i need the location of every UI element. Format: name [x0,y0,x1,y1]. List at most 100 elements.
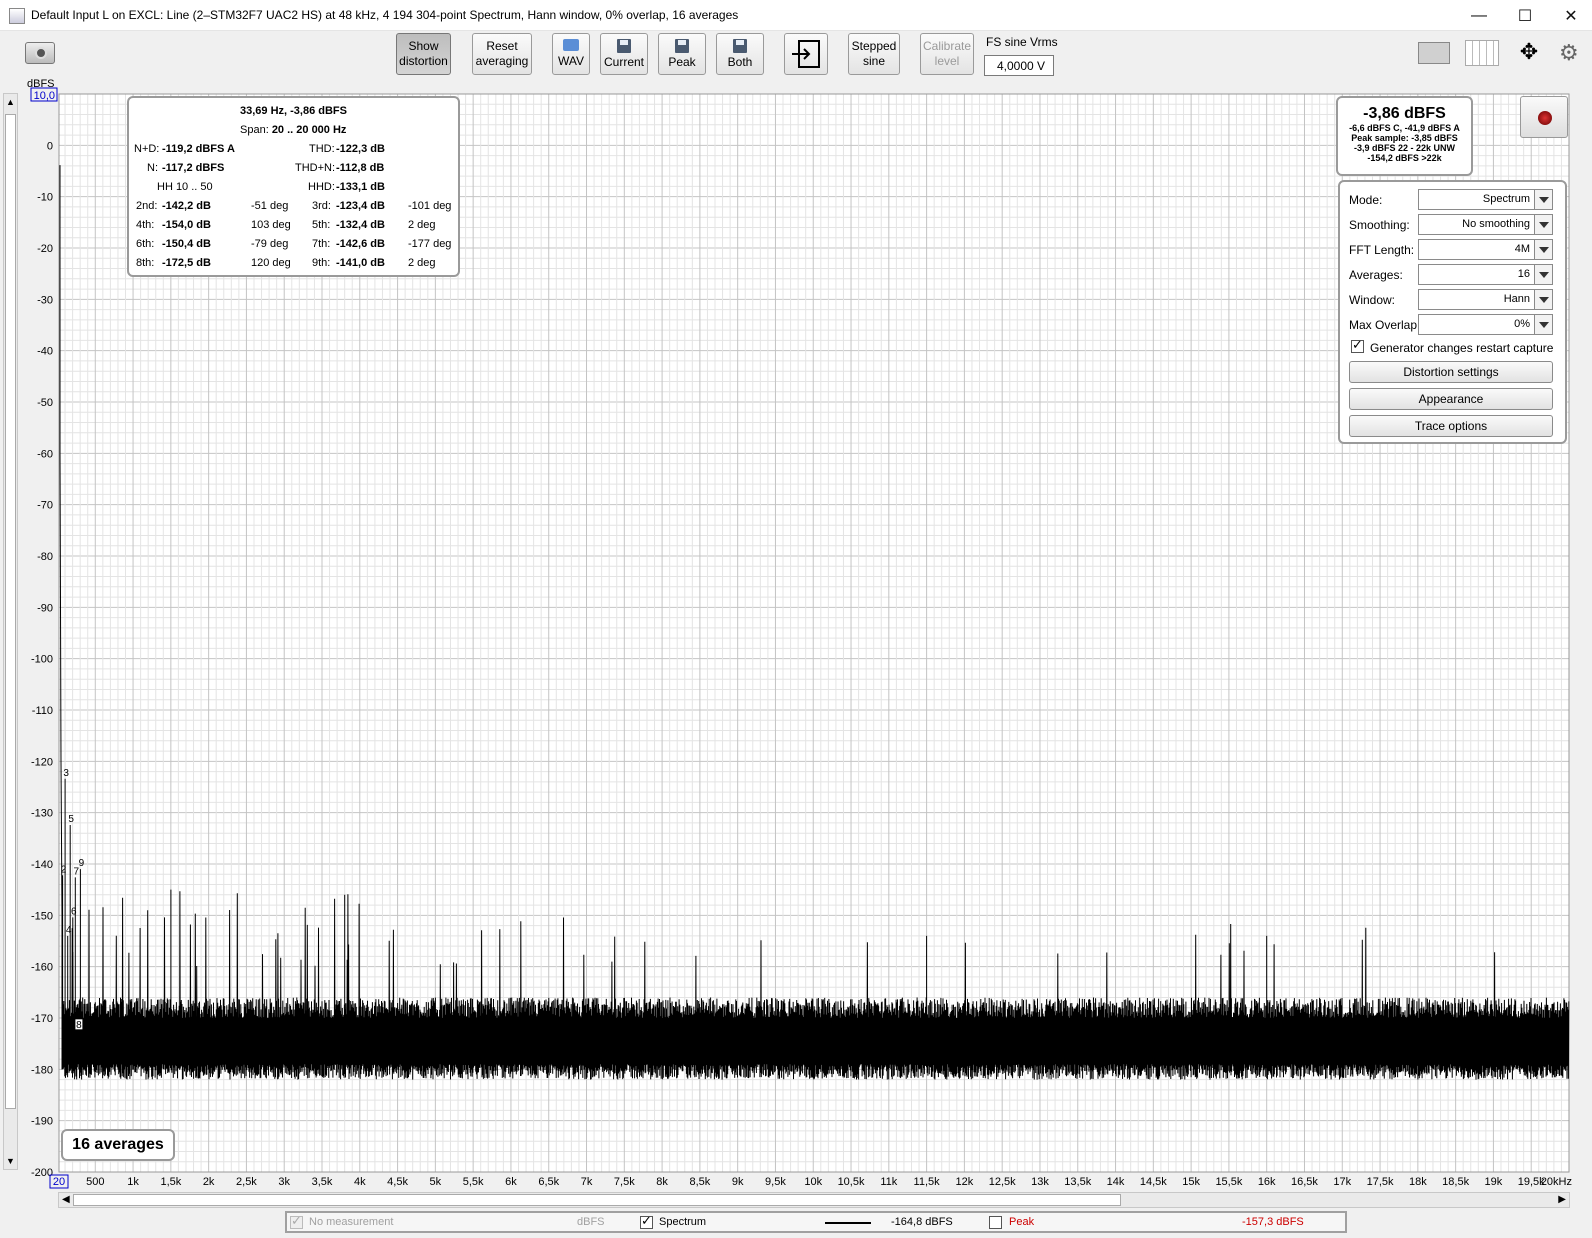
chevron-down-icon [1534,215,1552,234]
hh-range: HH 10 .. 50 [157,181,213,193]
level-weighted: -6,6 dBFS C, -41,9 dBFS A [1349,123,1460,133]
max-overlap-select[interactable]: 0% [1418,314,1553,335]
spectrum-legend-label: Spectrum [659,1216,707,1228]
x-tick-label: 3,5k [312,1176,333,1188]
y-tick-label: -100 [31,654,53,666]
checkmark-icon: ✓ [1352,337,1363,352]
spectrum-checkbox[interactable]: ✓ [640,1213,653,1229]
harmonic-cell: -51 deg [251,200,289,212]
x-tick-label: 20 [53,1176,65,1188]
x-tick-label: 9,5k [765,1176,786,1188]
y-tick-label: -90 [37,602,53,614]
y-tick-label: -20 [37,243,53,255]
legend-unit: dBFS [577,1216,605,1228]
y-tick-label: -140 [31,859,53,871]
harmonic-cell: -154,0 dB [162,219,211,231]
restart-capture-label: Generator changes restart capture [1370,341,1554,355]
x-tick-label: 2,5k [236,1176,257,1188]
distortion-settings-button[interactable]: Distortion settings [1349,361,1553,383]
y-tick-label: -190 [31,1116,53,1128]
span-readout: Span: 20 .. 20 000 Hz [240,124,347,136]
harmonic-cell: -123,4 dB [336,200,385,212]
no-measurement-label: No measurement [309,1216,394,1228]
no-measurement-checkbox[interactable]: ✓ [290,1213,303,1229]
harmonic-cell: -141,0 dB [336,257,385,269]
y-tick-label: -10 [37,192,53,204]
harmonic-marker-label: 8 [76,1020,82,1031]
peak-checkbox[interactable] [989,1216,1002,1229]
harmonic-cell: 120 deg [251,257,291,269]
x-tick-label: 8k [656,1176,668,1188]
appearance-button[interactable]: Appearance [1349,388,1553,410]
y-tick-label: 0 [47,140,53,152]
harmonic-cell: 2nd: [136,200,158,212]
y-tick-label: -120 [31,756,53,768]
y-tick-label: 10,0 [34,90,55,102]
x-tick-label: 4k [354,1176,366,1188]
spectrum-legend-value: -164,8 dBFS [891,1216,953,1228]
smoothing-select[interactable]: No smoothing [1418,214,1553,235]
harmonic-marker-label: 9 [79,858,85,869]
y-tick-label: -170 [31,1013,53,1025]
x-tick-label: 18,5k [1442,1176,1469,1188]
record-indicator-icon [1538,111,1552,125]
x-tick-label: 16k [1258,1176,1276,1188]
averages-badge: 16 averages [61,1129,175,1161]
restart-capture-checkbox[interactable]: ✓ [1351,337,1364,353]
smoothing-label: Smoothing: [1349,218,1410,232]
y-unit-label: dBFS [27,78,55,90]
averages-select[interactable]: 16 [1418,264,1553,285]
x-tick-label: 6,5k [538,1176,559,1188]
level-unweighted: -3,9 dBFS 22 - 22k UNW [1353,143,1456,153]
chevron-down-icon [1534,290,1552,309]
x-tick-label: 20kHz [1541,1176,1572,1188]
x-tick-label: 18k [1409,1176,1427,1188]
distortion-header: 33,69 Hz, -3,86 dBFS [240,105,347,117]
n-value: -117,2 dBFS [162,162,225,174]
record-button[interactable] [1520,96,1568,138]
x-tick-label: 9k [732,1176,744,1188]
vertical-scrollbar[interactable]: ▲ ▼ [3,93,18,1170]
y-tick-label: -60 [37,448,53,460]
level-main: -3,86 dBFS [1363,105,1446,122]
x-tick-label: 6k [505,1176,517,1188]
window-select[interactable]: Hann [1418,289,1553,310]
fft-length-label: FFT Length: [1349,243,1415,257]
x-tick-label: 15,5k [1215,1176,1242,1188]
x-axis-labels: 20 500 1k 1,5k 2k 2,5k 3k 3,5k 4k 4,5k 5k 5,5k 6k 6,5… [49,1174,1572,1189]
x-tick-label: 16,5k [1291,1176,1318,1188]
x-tick-label: 10k [804,1176,822,1188]
x-tick-label: 5,5k [463,1176,484,1188]
nd-label: N+D: [134,143,160,155]
max-overlap-label: Max Overlap: [1349,318,1421,332]
averages-label: Averages: [1349,268,1403,282]
mode-label: Mode: [1349,193,1383,207]
mode-select[interactable]: Spectrum [1418,189,1553,210]
peak-legend-label: Peak [1009,1216,1035,1228]
y-axis-labels: 10,0 0 -10 -20 -30 -40 -50 -60 -70 -80 -90 -100 -110… [30,87,58,1179]
harmonic-cell: 5th: [312,219,331,231]
harmonic-marker-label: 3 [63,768,69,779]
x-tick-label: 5k [430,1176,442,1188]
harmonic-cell: -142,6 dB [336,238,385,250]
harmonic-cell: 9th: [312,257,331,269]
peak-legend-value: -157,3 dBFS [1242,1216,1304,1228]
x-tick-label: 11,5k [914,1176,941,1188]
harmonic-cell: -79 deg [251,238,289,250]
fft-length-select[interactable]: 4M [1418,239,1553,260]
x-tick-label: 10,5k [838,1176,865,1188]
x-tick-label: 14k [1107,1176,1125,1188]
harmonic-cell: 6th: [136,238,155,250]
checkmark-icon: ✓ [641,1213,652,1228]
thd-label: THD: [309,143,335,155]
y-tick-label: -110 [32,705,53,717]
trace-options-button[interactable]: Trace options [1349,415,1553,437]
horizontal-scrollbar[interactable]: ◀ ▶ [58,1192,1570,1208]
level-peak-sample: Peak sample: -3,85 dBFS [1351,133,1458,143]
x-tick-label: 14,5k [1140,1176,1167,1188]
app-window: Default Input L on EXCL: Line (2–STM32F7… [0,0,1592,1238]
spectrum-line-swatch [825,1222,871,1224]
harmonic-marker-label: 4 [66,925,72,936]
x-tick-label: 12,5k [989,1176,1016,1188]
harmonic-cell: 2 deg [408,257,436,269]
